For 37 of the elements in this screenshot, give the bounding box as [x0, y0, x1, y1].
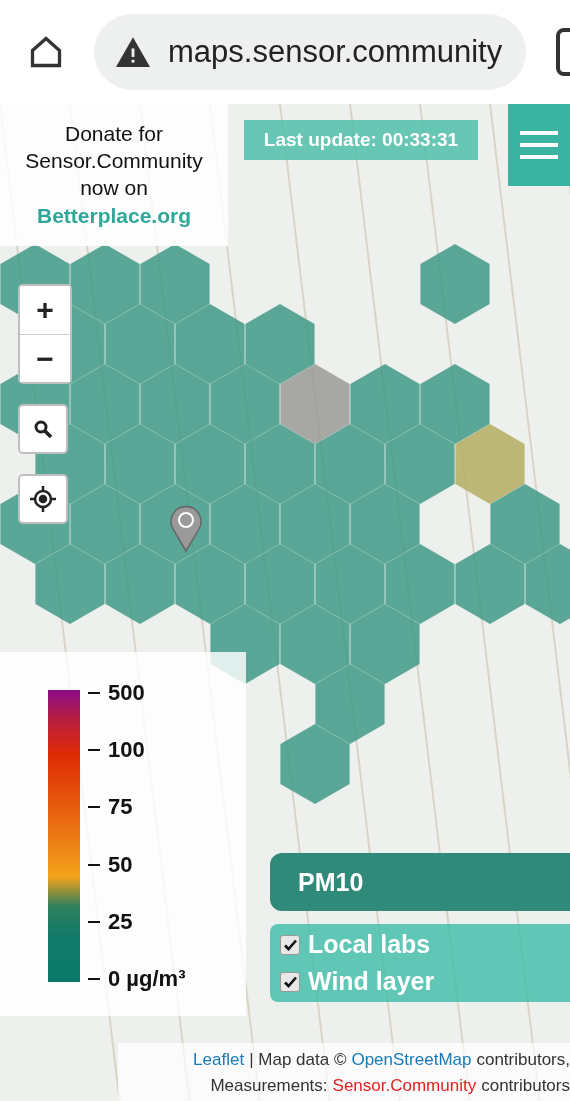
scale-label: 50: [108, 851, 133, 878]
attribution-text: Measurements:: [210, 1075, 328, 1097]
address-bar[interactable]: maps.sensor.community: [94, 14, 526, 90]
menu-icon: [520, 129, 558, 161]
url-text: maps.sensor.community: [168, 34, 503, 70]
scale-label: 25: [108, 908, 133, 935]
search-icon: [34, 420, 52, 438]
map-pin-icon[interactable]: [169, 504, 203, 552]
layer-label: Local labs: [308, 930, 431, 959]
scale-label: 500: [108, 680, 145, 706]
donate-link[interactable]: Betterplace.org: [36, 200, 191, 231]
checkmark-icon: [283, 938, 297, 951]
scale-label: 0 µg/m³: [108, 965, 186, 992]
donate-text: Sensor.Community: [25, 147, 203, 174]
home-icon[interactable]: [28, 34, 64, 70]
last-update-label: Last update: 00:33:31: [244, 120, 478, 160]
crosshair-icon: [30, 486, 56, 512]
warning-icon: [116, 37, 150, 67]
scale-label: 100: [108, 737, 145, 764]
layer-label: Wind layer: [308, 967, 435, 996]
menu-button[interactable]: [508, 104, 570, 186]
attribution-link[interactable]: OpenStreetMap: [351, 1047, 472, 1073]
donate-text: now on: [80, 174, 148, 201]
attribution-text: contributors,: [476, 1049, 570, 1071]
checkmark-icon: [283, 975, 297, 988]
checkbox[interactable]: [280, 971, 300, 992]
pollutant-selector[interactable]: PM10: [270, 853, 570, 911]
locate-button[interactable]: [18, 474, 68, 524]
attribution-text: | Map data ©: [249, 1049, 347, 1071]
attribution-link[interactable]: Leaflet: [193, 1047, 245, 1073]
checkbox[interactable]: [280, 934, 300, 955]
search-button[interactable]: [18, 404, 68, 454]
scale-label: 75: [108, 794, 133, 821]
attribution-link[interactable]: Sensor.Community: [332, 1073, 477, 1099]
donate-text: Donate for: [64, 120, 164, 147]
attribution-text: contributors: [481, 1075, 570, 1097]
zoom-out-button[interactable]: −: [20, 334, 70, 382]
